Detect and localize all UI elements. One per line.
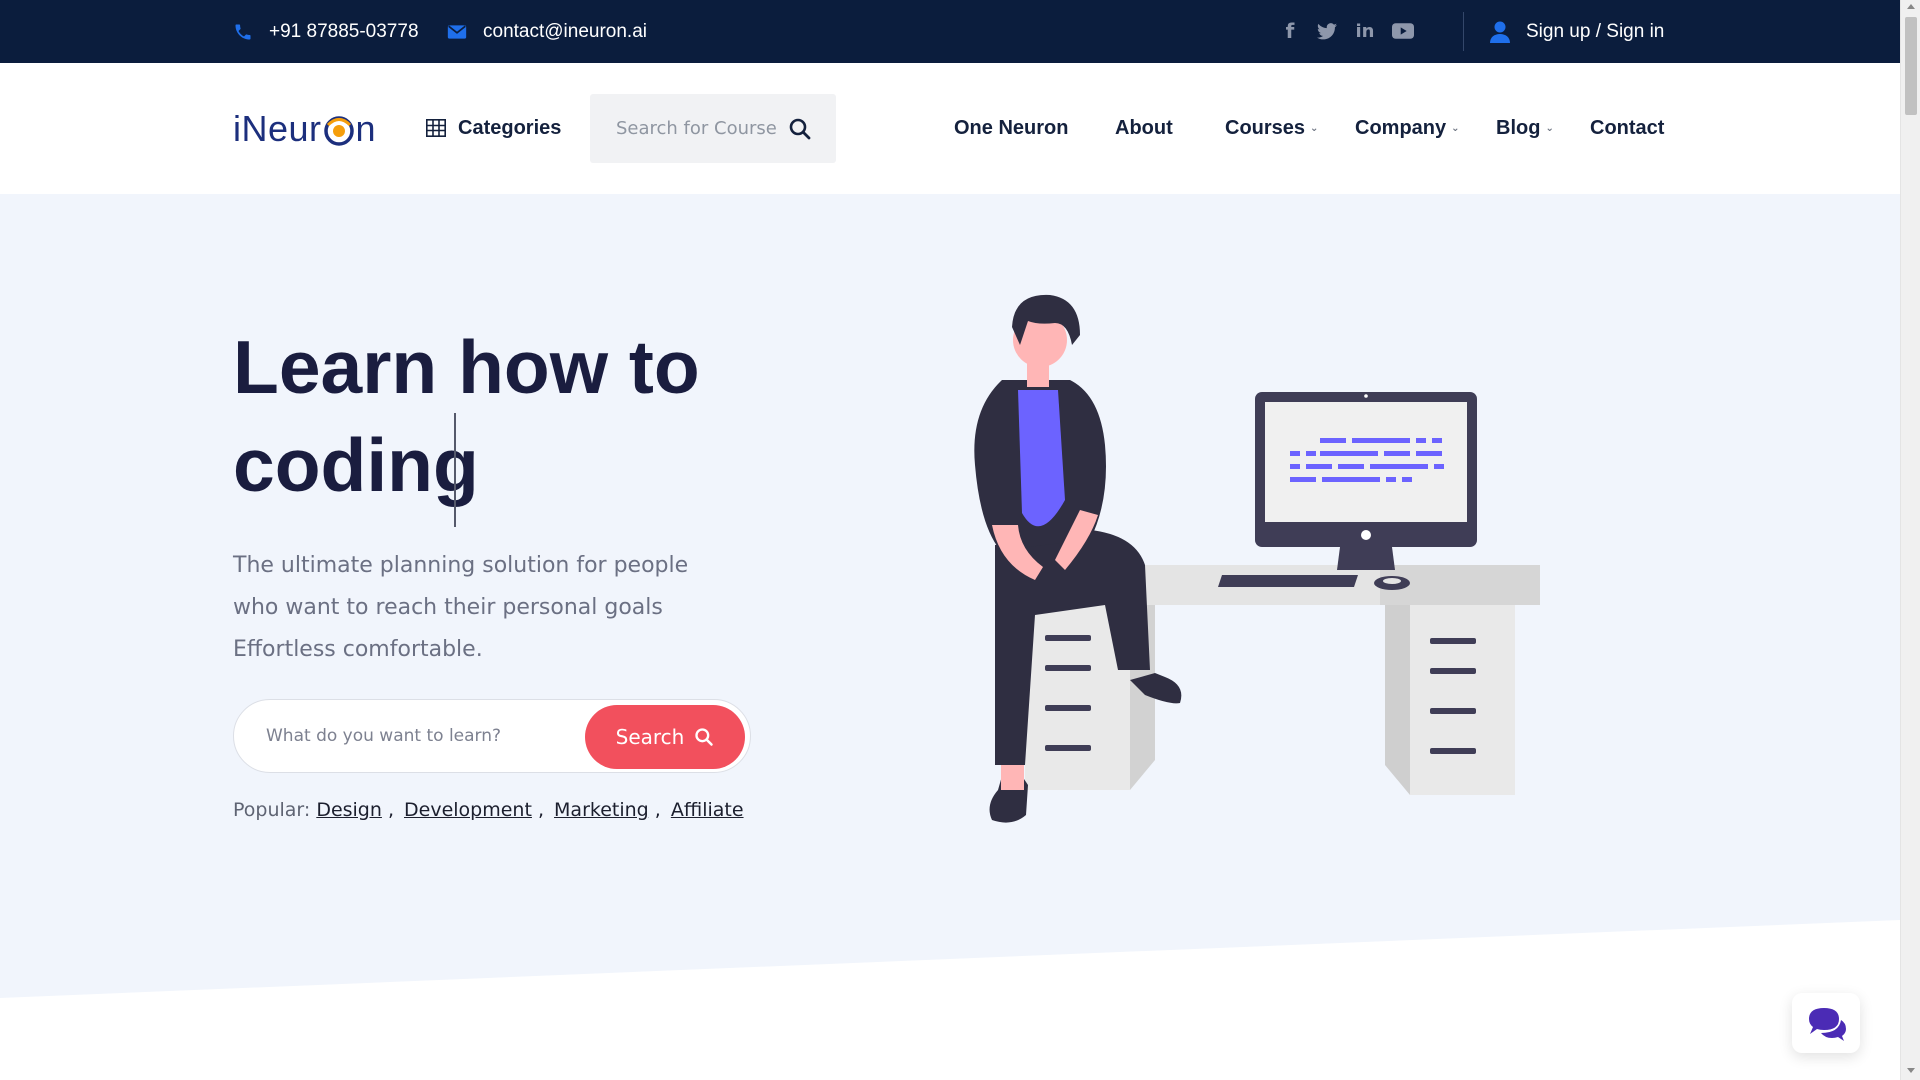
- tag-separator: ,: [648, 799, 661, 821]
- categories-button[interactable]: Categories: [426, 113, 561, 143]
- topbar-divider: [1463, 12, 1464, 51]
- ineuron-logo[interactable]: iNeur n: [233, 107, 376, 151]
- nav-label: Contact: [1590, 116, 1665, 139]
- facebook-icon[interactable]: f: [1278, 19, 1302, 43]
- youtube-glyph: [1392, 23, 1414, 39]
- hero-search-bar: Search: [233, 699, 751, 773]
- nav-label: Company: [1355, 116, 1447, 139]
- popular-tag-marketing[interactable]: Marketing: [554, 799, 649, 821]
- desk-right-cabinet: [1410, 605, 1515, 795]
- drawer-handle: [1045, 635, 1091, 641]
- chat-widget-button[interactable]: [1792, 993, 1860, 1053]
- popular-tags: Popular: Design , Development , Marketin…: [233, 797, 744, 823]
- nav-one-neuron[interactable]: One Neuron: [954, 113, 1068, 143]
- nav-blog[interactable]: Blog ⌄: [1496, 113, 1554, 143]
- chevron-down-icon: ⌄: [1545, 122, 1554, 134]
- search-icon: [695, 728, 714, 746]
- hero-search-button[interactable]: Search: [585, 705, 745, 769]
- nav-label: Blog: [1496, 116, 1541, 139]
- tag-separator: ,: [381, 799, 395, 821]
- phone-number: +91 87885-03778: [269, 20, 419, 42]
- typing-cursor: [454, 413, 456, 527]
- drawer-handle: [1045, 745, 1091, 751]
- envelope-icon: [447, 24, 467, 39]
- scroll-down-arrow-icon[interactable]: [1907, 1068, 1915, 1073]
- hero-subtext: The ultimate planning solution for peopl…: [233, 553, 689, 662]
- learn-search-input[interactable]: [266, 700, 566, 772]
- course-search: [590, 94, 836, 163]
- nav-label: One Neuron: [954, 116, 1069, 139]
- categories-label: Categories: [458, 116, 562, 139]
- keyboard: [1218, 575, 1358, 587]
- sign-in-link[interactable]: Sign up / Sign in: [1490, 0, 1664, 63]
- nav-contact[interactable]: Contact: [1590, 113, 1664, 143]
- scrollbar-thumb[interactable]: [1905, 17, 1917, 115]
- monitor-screen: [1265, 402, 1467, 522]
- nav-label: About: [1115, 116, 1173, 139]
- logo-text-start: iNeur: [233, 108, 322, 149]
- page-scrollbar[interactable]: [1900, 0, 1920, 1080]
- course-search-input[interactable]: [616, 94, 786, 163]
- email-address: contact@ineuron.ai: [483, 20, 647, 42]
- desk-right-cabinet-side: [1385, 605, 1410, 795]
- person-shirt: [1018, 390, 1065, 527]
- hero-headline: Learn how to coding: [233, 318, 793, 514]
- youtube-icon[interactable]: [1391, 19, 1415, 43]
- search-icon[interactable]: [788, 117, 812, 141]
- drawer-handle: [1045, 665, 1091, 671]
- phone-icon: [235, 24, 251, 39]
- popular-tag-design[interactable]: Design: [316, 799, 382, 821]
- chevron-down-icon: ⌄: [1310, 122, 1319, 134]
- nav-company[interactable]: Company ⌄: [1355, 113, 1460, 143]
- tag-separator: ,: [531, 799, 545, 821]
- popular-label: Popular:: [233, 799, 311, 821]
- nav-label: Courses: [1225, 116, 1306, 139]
- nav-about[interactable]: About: [1115, 113, 1173, 143]
- scroll-up-arrow-icon[interactable]: [1907, 4, 1915, 9]
- hero-illustration: [974, 294, 1540, 823]
- drawer-handle: [1430, 748, 1476, 754]
- drawer-handle: [1430, 668, 1476, 674]
- drawer-handle: [1045, 705, 1091, 711]
- popular-tag-development[interactable]: Development: [404, 799, 532, 821]
- drawer-handle: [1430, 708, 1476, 714]
- user-icon: [1490, 21, 1510, 43]
- popular-tag-affiliate[interactable]: Affiliate: [671, 799, 744, 821]
- logo-text-end: n: [355, 108, 377, 149]
- grid-icon: [426, 119, 446, 137]
- main-header: iNeur n Categories One Neuron About Cour…: [0, 63, 1900, 194]
- chevron-down-icon: ⌄: [1451, 122, 1460, 134]
- drawer-handle: [1430, 638, 1476, 644]
- email-link[interactable]: contact@ineuron.ai: [447, 0, 647, 63]
- chat-bubbles-icon: [1809, 1008, 1846, 1041]
- headline-line-1: Learn how to: [233, 325, 700, 409]
- mouse-highlight: [1383, 578, 1401, 584]
- monitor-camera: [1364, 394, 1368, 398]
- headline-line-2: coding: [233, 423, 479, 507]
- linkedin-icon[interactable]: in: [1353, 19, 1377, 43]
- phone-link[interactable]: +91 87885-03778: [233, 0, 419, 63]
- search-button-label: Search: [615, 725, 685, 749]
- twitter-icon[interactable]: [1315, 19, 1339, 43]
- twitter-glyph: [1317, 22, 1337, 39]
- logo-eye-icon: [323, 113, 355, 146]
- monitor-light: [1361, 530, 1371, 540]
- monitor-stand: [1337, 547, 1395, 570]
- top-bar: +91 87885-03778 contact@ineuron.ai f in …: [0, 0, 1900, 63]
- sign-in-label: Sign up / Sign in: [1526, 20, 1665, 42]
- nav-courses[interactable]: Courses ⌄: [1225, 113, 1318, 143]
